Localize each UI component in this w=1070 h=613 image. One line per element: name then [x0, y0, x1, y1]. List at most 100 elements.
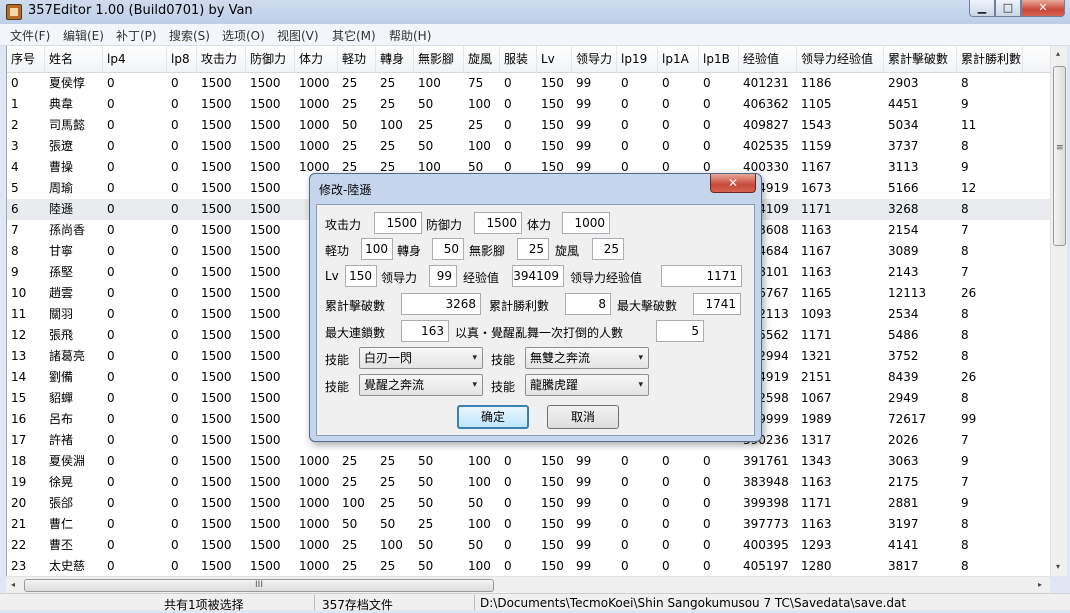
light-field[interactable]: 100: [361, 238, 393, 260]
table-row[interactable]: 1 典韋 0 0 1500 1500 1000 25 25 50 100 0 150 99 0 0 0 40636…: [7, 94, 1050, 115]
column-header[interactable]: 旋風: [464, 46, 500, 73]
column-header[interactable]: 姓名: [45, 46, 103, 73]
ok-button[interactable]: 确定: [457, 405, 529, 429]
column-header[interactable]: 序号: [7, 46, 45, 73]
turn-field[interactable]: 50: [432, 238, 464, 260]
table-row[interactable]: 18 夏侯淵 0 0 1500 1500 1000 25 25 50 100 0 150 99 0 0 0 391…: [7, 451, 1050, 472]
column-header[interactable]: lp8: [167, 46, 197, 73]
vertical-scroll-thumb[interactable]: [1053, 66, 1066, 246]
table-cell: 甘寧: [49, 244, 74, 258]
menu-view[interactable]: 视图(V): [277, 27, 319, 44]
menu-edit[interactable]: 编辑(E): [63, 27, 104, 44]
skill-2-select[interactable]: 無雙之奔流 ▾: [525, 347, 649, 369]
scroll-left-icon[interactable]: ◂: [11, 580, 15, 589]
lv-field[interactable]: 150: [345, 265, 377, 287]
vertical-scrollbar[interactable]: ▴ ▾: [1050, 46, 1067, 576]
column-header[interactable]: lp19: [617, 46, 658, 73]
exp-field[interactable]: 394109: [512, 265, 564, 287]
table-cell: 1500: [201, 202, 232, 216]
column-header[interactable]: lp4: [103, 46, 167, 73]
maximize-button[interactable]: □: [995, 0, 1021, 17]
attack-field[interactable]: 1500: [374, 212, 422, 234]
menu-file[interactable]: 文件(F): [10, 27, 50, 44]
table-row[interactable]: 19 徐晃 0 0 1500 1500 1000 25 25 50 100 0 150 99 0 0 0 3839…: [7, 472, 1050, 493]
table-cell: 張飛: [49, 328, 74, 342]
column-header[interactable]: lp1B: [699, 46, 739, 73]
table-row[interactable]: 3 張遼 0 0 1500 1500 1000 25 25 50 100 0 150 99 0 0 0 40253…: [7, 136, 1050, 157]
scroll-right-icon[interactable]: ▸: [1038, 580, 1042, 589]
table-cell: 關羽: [49, 307, 74, 321]
table-row[interactable]: 2 司馬懿 0 0 1500 1500 1000 50 100 25 25 0 150 99 0 0 0 4098…: [7, 115, 1050, 136]
hp-label: 体力: [527, 218, 552, 232]
column-header[interactable]: 领导力经验值: [797, 46, 884, 73]
table-cell: 1500: [201, 223, 232, 237]
kills-field[interactable]: 3268: [401, 293, 481, 315]
scroll-down-icon[interactable]: ▾: [1056, 562, 1060, 571]
menu-search[interactable]: 搜索(S): [169, 27, 210, 44]
minimize-button[interactable]: ▁: [969, 0, 995, 17]
hp-field[interactable]: 1000: [562, 212, 610, 234]
column-header[interactable]: 服装: [500, 46, 537, 73]
table-row[interactable]: 0 夏侯惇 0 0 1500 1500 1000 25 25 100 75 0 150 99 0 0 0 4012…: [7, 73, 1050, 94]
shadow-field[interactable]: 25: [517, 238, 549, 260]
table-cell: 0: [171, 496, 179, 510]
table-cell: 0: [171, 97, 179, 111]
table-cell: 2903: [888, 76, 919, 90]
table-row[interactable]: 22 曹丕 0 0 1500 1500 1000 25 100 50 50 0 150 99 0 0 0 4003…: [7, 535, 1050, 556]
menu-options[interactable]: 选项(O): [222, 27, 265, 44]
table-cell: 1093: [801, 307, 832, 321]
wins-field[interactable]: 8: [565, 293, 611, 315]
table-cell: 0: [621, 517, 629, 531]
musou-field[interactable]: 5: [656, 320, 704, 342]
kills-label: 累計擊破數: [325, 299, 386, 313]
table-cell: 1500: [201, 286, 232, 300]
skill-3-select[interactable]: 覺醒之奔流 ▾: [359, 374, 483, 396]
column-header[interactable]: 领导力: [572, 46, 617, 73]
cancel-button[interactable]: 取消: [547, 405, 619, 429]
scroll-up-icon[interactable]: ▴: [1056, 49, 1060, 58]
menu-help[interactable]: 帮助(H): [389, 27, 431, 44]
column-header[interactable]: lp1A: [658, 46, 699, 73]
table-cell: 8: [961, 328, 969, 342]
table-cell: 12113: [888, 286, 927, 300]
column-header[interactable]: Lv: [537, 46, 572, 73]
horizontal-scroll-thumb[interactable]: III: [24, 579, 494, 592]
column-header[interactable]: 攻击力: [197, 46, 246, 73]
lead-field[interactable]: 99: [429, 265, 457, 287]
table-row[interactable]: 20 張郃 0 0 1500 1500 1000 100 25 50 50 0 150 99 0 0 0 3993…: [7, 493, 1050, 514]
table-row[interactable]: 23 太史慈 0 0 1500 1500 1000 25 25 50 100 0 150 99 0 0 0 405…: [7, 556, 1050, 576]
column-header[interactable]: 累計勝利數: [957, 46, 1023, 73]
table-cell: 0: [107, 328, 115, 342]
defense-field[interactable]: 1500: [474, 212, 522, 234]
menu-other[interactable]: 其它(M): [332, 27, 376, 44]
table-cell: 405197: [743, 559, 789, 573]
skill-1-select[interactable]: 白刃一閃 ▾: [359, 347, 483, 369]
column-header[interactable]: 累計擊破數: [884, 46, 957, 73]
table-cell: 0: [171, 328, 179, 342]
column-header[interactable]: 经验值: [739, 46, 797, 73]
whirl-field[interactable]: 25: [592, 238, 624, 260]
table-cell: 1500: [250, 139, 281, 153]
window-title: 357Editor 1.00 (Build0701) by Van: [28, 3, 253, 18]
column-header[interactable]: 体力: [295, 46, 338, 73]
close-button[interactable]: ✕: [1021, 0, 1065, 17]
max-kills-field[interactable]: 1741: [693, 293, 741, 315]
menu-patch[interactable]: 补丁(P): [116, 27, 157, 44]
lead-exp-field[interactable]: 1171: [661, 265, 742, 287]
combo-field[interactable]: 163: [401, 320, 449, 342]
table-cell: 1163: [801, 475, 832, 489]
table-cell: 1067: [801, 391, 832, 405]
table-cell: 383948: [743, 475, 789, 489]
table-row[interactable]: 21 曹仁 0 0 1500 1500 1000 50 50 25 100 0 150 99 0 0 0 3977…: [7, 514, 1050, 535]
table-cell: 9: [961, 97, 969, 111]
column-header[interactable]: 轉身: [376, 46, 414, 73]
table-cell: 1500: [250, 265, 281, 279]
dialog-close-button[interactable]: ✕: [710, 174, 756, 193]
skill-4-select[interactable]: 龍騰虎躍 ▾: [525, 374, 649, 396]
table-cell: 0: [621, 559, 629, 573]
column-header[interactable]: 軽功: [338, 46, 376, 73]
column-header[interactable]: 無影腳: [414, 46, 464, 73]
column-header[interactable]: 防御力: [246, 46, 295, 73]
table-cell: 0: [703, 454, 711, 468]
horizontal-scrollbar[interactable]: ◂ III ▸: [6, 576, 1050, 593]
